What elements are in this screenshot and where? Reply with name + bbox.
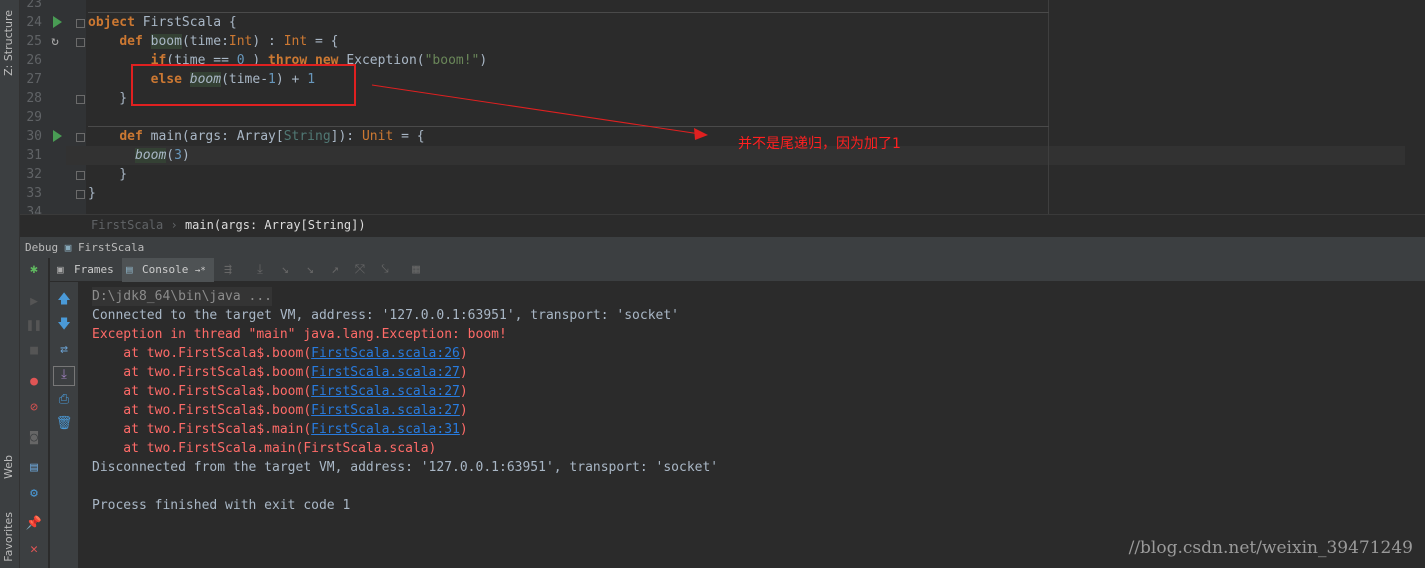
watermark: //blog.csdn.net/weixin_39471249 [1128,538,1413,558]
annotation-text: 并不是尾递归，因为加了1 [738,136,901,152]
annotation-arrow [371,84,708,140]
